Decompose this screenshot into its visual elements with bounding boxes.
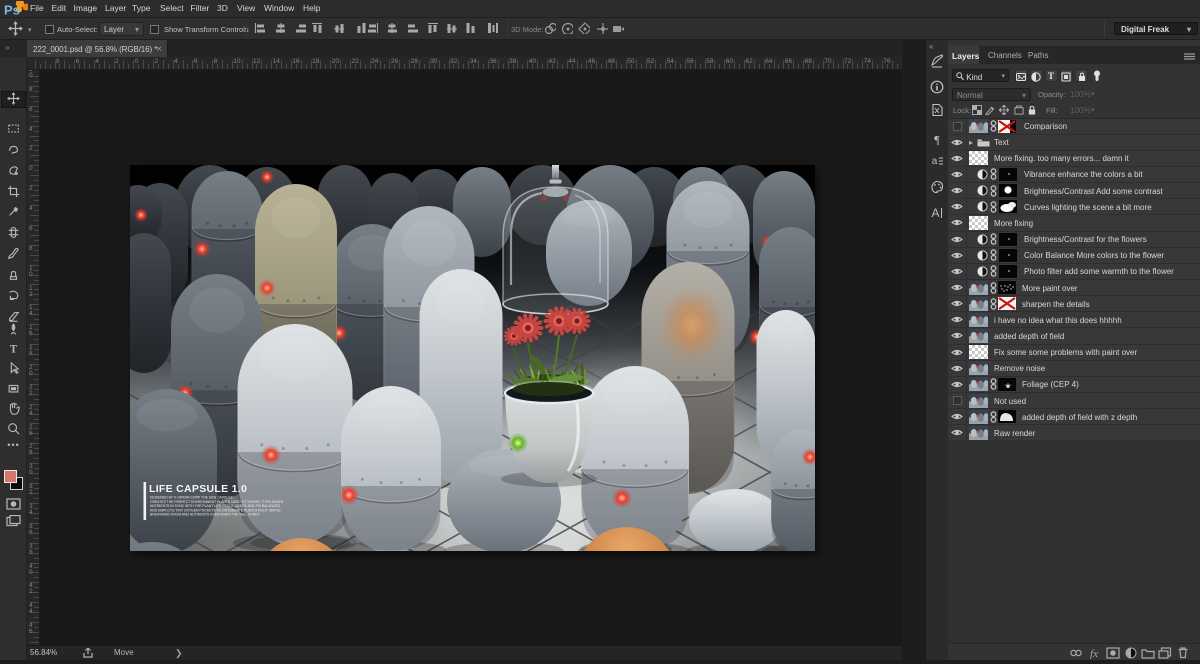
svg-text:Ps: Ps <box>4 3 20 18</box>
svg-text:A: A <box>931 206 939 220</box>
svg-text:fx: fx <box>1090 648 1098 659</box>
svg-text:¶: ¶ <box>934 133 940 147</box>
svg-text:T: T <box>10 343 18 355</box>
svg-text:a: a <box>932 156 938 167</box>
svg-text:BREATHING ROOM AND NUTRIENTS E: BREATHING ROOM AND NUTRIENTS EVEN WHEN T… <box>150 513 260 517</box>
svg-text:LIFE CAPSULE 1.0: LIFE CAPSULE 1.0 <box>149 483 247 495</box>
